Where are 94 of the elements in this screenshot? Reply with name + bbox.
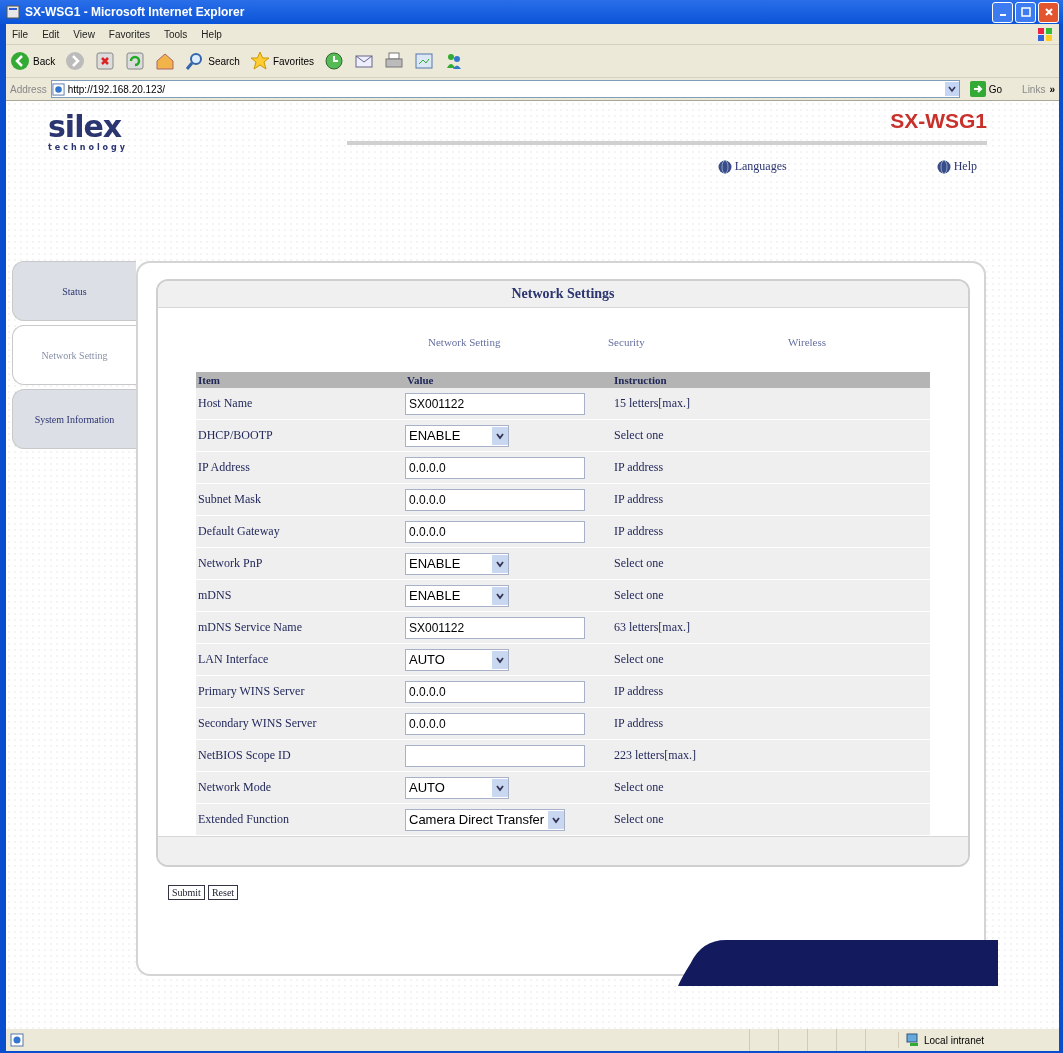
instruction-text: Select one <box>613 812 665 827</box>
column-header: Instruction <box>613 374 668 386</box>
item-label: mDNS <box>197 588 233 603</box>
stop-icon[interactable] <box>95 51 116 71</box>
more-chevron[interactable]: » <box>1049 83 1055 95</box>
forward-icon[interactable] <box>65 51 86 71</box>
maximize-icon <box>1020 7 1031 17</box>
header-link[interactable]: Help <box>936 159 977 174</box>
history-icon[interactable] <box>324 51 345 71</box>
sub-tab[interactable]: Security <box>608 336 788 348</box>
back-button[interactable]: Back <box>10 51 56 71</box>
dropdown[interactable]: AUTO <box>405 776 509 799</box>
instruction-text: IP address <box>613 492 665 507</box>
printer-icon[interactable] <box>384 51 405 71</box>
address-label: Address <box>10 83 47 95</box>
text-field[interactable]: 0.0.0.0 <box>405 520 585 543</box>
page-icon <box>51 82 65 96</box>
form-button[interactable]: Submit <box>168 885 205 900</box>
close-button[interactable] <box>1038 1 1059 23</box>
item-label: mDNS Service Name <box>197 620 303 635</box>
home-icon[interactable] <box>155 51 176 71</box>
dropdown[interactable]: ENABLE <box>405 552 509 575</box>
item-label: Default Gateway <box>197 524 281 539</box>
page-icon <box>6 5 20 19</box>
item-label: Extended Function <box>197 812 290 827</box>
instruction-text: IP address <box>613 684 665 699</box>
menu-item[interactable]: Favorites <box>108 28 150 40</box>
globe-icon <box>717 159 732 174</box>
side-tab[interactable]: System Information <box>12 389 136 449</box>
text-field[interactable]: SX001122 <box>405 616 585 639</box>
go-button[interactable]: Go <box>963 81 1009 97</box>
instruction-text: 15 letters[max.] <box>613 396 691 411</box>
dropdown[interactable]: Camera Direct Transfer <box>405 808 566 831</box>
item-label: Secondary WINS Server <box>197 716 318 731</box>
star-icon <box>249 51 270 71</box>
minimize-button[interactable] <box>992 1 1013 23</box>
model-name: SX-WSG1 <box>347 109 987 145</box>
panel-title: Network Settings <box>158 281 968 308</box>
text-field[interactable]: 0.0.0.0 <box>405 456 585 479</box>
favorites-button[interactable]: Favorites <box>249 51 315 71</box>
instruction-text: Select one <box>613 556 665 571</box>
menu-item[interactable]: Help <box>201 28 222 40</box>
globe-icon <box>936 159 951 174</box>
form-button[interactable]: Reset <box>207 885 239 900</box>
text-field[interactable] <box>405 744 585 767</box>
item-label: NetBIOS Scope ID <box>197 748 292 763</box>
menu-item[interactable]: Edit <box>42 28 60 40</box>
menu-item[interactable]: File <box>12 28 29 40</box>
search-button[interactable]: Search <box>185 51 240 71</box>
logo-wordmark: silex <box>48 111 122 143</box>
instruction-text: IP address <box>613 716 665 731</box>
column-header: Item <box>197 374 221 386</box>
edit-page-icon[interactable] <box>414 51 435 71</box>
dropdown[interactable]: AUTO <box>405 648 509 671</box>
instruction-text: IP address <box>613 524 665 539</box>
menu-item[interactable]: View <box>73 28 95 40</box>
instruction-text: IP address <box>613 460 665 475</box>
side-tab[interactable]: Status <box>12 261 136 321</box>
instruction-text: Select one <box>613 588 665 603</box>
window-title: SX-WSG1 - Microsoft Internet Explorer <box>25 5 246 19</box>
dropdown[interactable]: ENABLE <box>405 584 509 607</box>
text-field[interactable]: 0.0.0.0 <box>405 712 585 735</box>
instruction-text: Select one <box>613 780 665 795</box>
item-label: Network PnP <box>197 556 264 571</box>
header-link[interactable]: Languages <box>717 159 787 174</box>
dropdown[interactable]: ENABLE <box>405 424 509 447</box>
zone-label: Local intranet <box>898 1032 1055 1048</box>
item-label: IP Address <box>197 460 251 475</box>
menu-item[interactable]: Tools <box>164 28 188 40</box>
sub-tab[interactable]: Wireless <box>788 336 968 348</box>
instruction-text: 63 letters[max.] <box>613 620 691 635</box>
item-label: Primary WINS Server <box>197 684 306 699</box>
item-label: Host Name <box>197 396 254 411</box>
text-field[interactable]: 0.0.0.0 <box>405 488 585 511</box>
text-field[interactable]: 0.0.0.0 <box>405 680 585 703</box>
item-label: Network Mode <box>197 780 272 795</box>
instruction-text: 223 letters[max.] <box>613 748 697 763</box>
maximize-button[interactable] <box>1015 1 1036 23</box>
refresh-icon[interactable] <box>125 51 146 71</box>
item-label: DHCP/BOOTP <box>197 428 274 443</box>
logo-tagline: technology <box>48 143 129 152</box>
item-label: LAN Interface <box>197 652 270 667</box>
minimize-icon <box>999 14 1006 16</box>
instruction-text: Select one <box>613 652 665 667</box>
windows-flag-icon <box>1037 26 1053 42</box>
text-field[interactable]: SX001122 <box>405 392 585 415</box>
address-field[interactable]: http://192.168.20.123/ <box>50 80 960 98</box>
close-icon <box>1043 7 1054 17</box>
item-label: Subnet Mask <box>197 492 262 507</box>
computer-icon <box>905 1032 921 1048</box>
instruction-text: Select one <box>613 428 665 443</box>
column-header: Value <box>406 374 435 386</box>
sub-tab[interactable]: Network Setting <box>428 336 608 348</box>
page-status-icon <box>10 1033 24 1047</box>
